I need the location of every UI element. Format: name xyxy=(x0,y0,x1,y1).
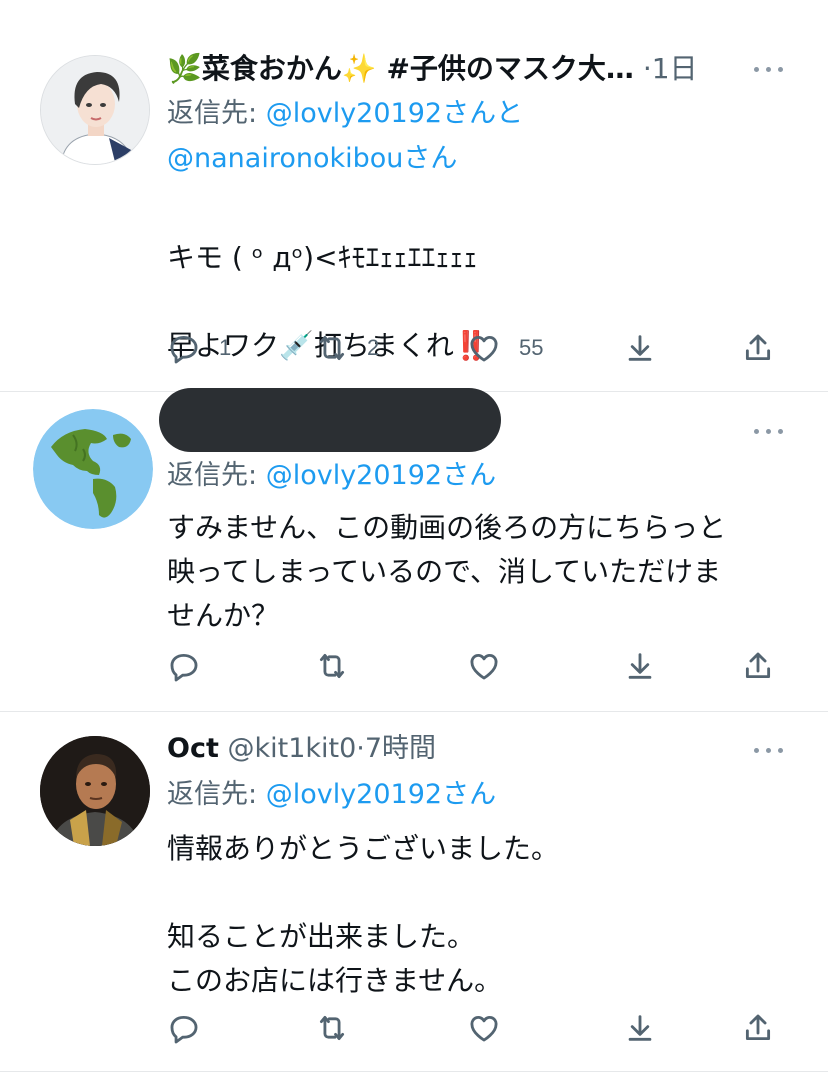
avatar-user-2[interactable] xyxy=(33,409,153,529)
reply-button[interactable] xyxy=(167,646,201,686)
tweet-actions xyxy=(167,646,787,686)
download-button[interactable] xyxy=(623,1008,657,1048)
download-icon xyxy=(628,653,652,679)
more-icon[interactable] xyxy=(754,745,784,755)
like-icon xyxy=(470,654,498,680)
reply-prefix: 返信先: xyxy=(167,779,258,810)
retweet-icon xyxy=(319,653,345,679)
reply-context: 返信先: @lovly20192さん xyxy=(167,778,496,812)
redacted-username-bar xyxy=(159,388,501,452)
avatar-user-3[interactable] xyxy=(40,736,150,846)
retweet-icon xyxy=(319,1015,345,1041)
download-icon xyxy=(628,1015,652,1041)
reply-suffix: さん xyxy=(442,779,497,810)
reply-suffix: さん xyxy=(442,460,497,491)
reply-icon xyxy=(170,335,198,364)
retweet-button[interactable] xyxy=(315,1008,349,1048)
share-icon xyxy=(745,334,771,361)
reply-handle-link[interactable]: @lovly20192 xyxy=(266,98,442,129)
reply-joiner: さんと xyxy=(442,98,524,129)
tweet-3[interactable]: Oct @kit1kit0·7時間 返信先: @lovly20192さん 情報あ… xyxy=(0,712,828,1072)
download-button[interactable] xyxy=(623,646,657,686)
reply-prefix: 返信先: xyxy=(167,98,258,129)
retweet-button[interactable]: 2 xyxy=(315,328,379,368)
tweet-1[interactable]: 🌿菜食おかん✨ #子供のマスク大… ·1日 返信先: @lovly20192さん… xyxy=(0,0,828,450)
reply-prefix: 返信先: xyxy=(167,460,258,491)
like-icon xyxy=(470,336,498,362)
reply-handle-link[interactable]: @nanaironokibou xyxy=(167,143,403,174)
reply-context-line-2: @nanaironokibouさん xyxy=(167,142,457,176)
tweet-time[interactable]: ·7時間 xyxy=(356,733,436,764)
tweet-text-line: キモ ( ᵒ дᵒ)<ｷﾓｴｪｪｴｴｪｪｪ xyxy=(167,241,478,274)
download-icon xyxy=(628,335,652,361)
retweet-button[interactable] xyxy=(315,646,349,686)
download-button[interactable] xyxy=(623,328,657,368)
like-button[interactable] xyxy=(467,1008,501,1048)
reply-suffix: さん xyxy=(403,143,458,174)
more-icon[interactable] xyxy=(754,426,784,436)
tweet-text: 情報ありがとうございました。 知ることが出来ました。 このお店には行きません。 xyxy=(167,832,560,997)
retweet-icon xyxy=(319,335,345,361)
display-name[interactable]: Oct xyxy=(167,733,219,764)
tweet-actions: 1 2 55 xyxy=(167,328,787,368)
reply-context: 返信先: @lovly20192さんと xyxy=(167,97,523,131)
share-button[interactable] xyxy=(741,646,775,686)
like-button[interactable]: 55 xyxy=(467,328,543,368)
reply-icon xyxy=(170,653,198,682)
reply-count: 1 xyxy=(219,335,232,360)
reply-button[interactable] xyxy=(167,1008,201,1048)
retweet-count: 2 xyxy=(367,335,380,360)
tweet-time[interactable]: ·1日 xyxy=(643,52,698,85)
share-icon xyxy=(745,1014,771,1041)
tweet-actions xyxy=(167,1008,787,1048)
globe-americas-icon xyxy=(33,409,153,529)
like-count: 55 xyxy=(519,335,544,360)
tweet-3-header: Oct @kit1kit0·7時間 xyxy=(167,732,436,766)
reply-context: 返信先: @lovly20192さん xyxy=(167,459,496,493)
display-name[interactable]: 🌿菜食おかん✨ #子供のマスク大… xyxy=(167,52,634,85)
share-icon xyxy=(745,652,771,679)
tweet-text: すみません、この動画の後ろの方にちらっと 映ってしまっているので、消していただけ… xyxy=(167,511,727,632)
share-button[interactable] xyxy=(741,328,775,368)
reply-handle-link[interactable]: @lovly20192 xyxy=(266,779,442,810)
avatar-illustration-woman xyxy=(41,56,149,164)
tweet-1-header: 🌿菜食おかん✨ #子供のマスク大… ·1日 xyxy=(167,52,698,86)
avatar-photo-man xyxy=(40,736,150,846)
avatar-user-1[interactable] xyxy=(40,55,150,165)
reply-button[interactable]: 1 xyxy=(167,328,231,368)
like-icon xyxy=(470,1016,498,1042)
user-handle[interactable]: @kit1kit0 xyxy=(227,733,356,764)
more-icon[interactable] xyxy=(754,64,784,74)
reply-handle-link[interactable]: @lovly20192 xyxy=(266,460,442,491)
like-button[interactable] xyxy=(467,646,501,686)
share-button[interactable] xyxy=(741,1008,775,1048)
reply-icon xyxy=(170,1015,198,1044)
